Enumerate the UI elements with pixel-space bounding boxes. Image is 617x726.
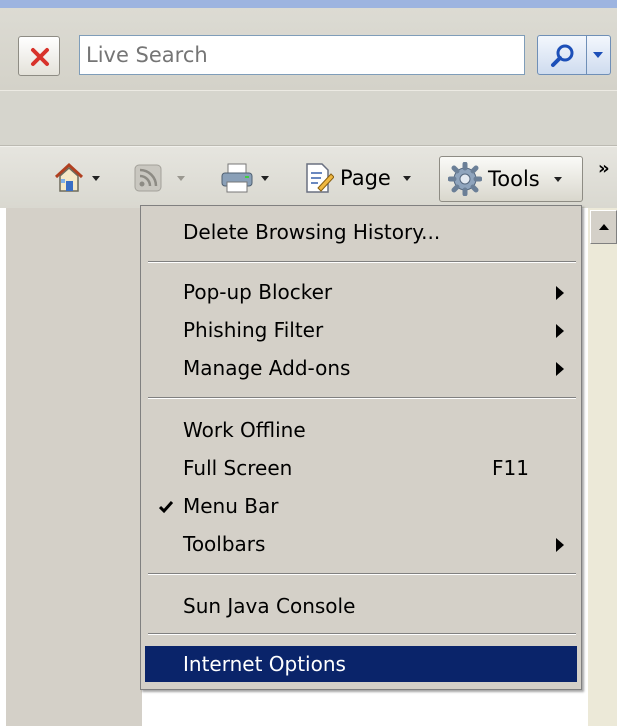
- menu-item-shortcut: F11: [492, 456, 529, 480]
- window-top-border: [0, 0, 617, 8]
- magnifier-icon: [551, 44, 574, 67]
- menu-item-label: Full Screen: [183, 456, 293, 480]
- checkmark-icon: [159, 501, 173, 514]
- chevron-down-icon: [177, 176, 185, 181]
- menu-item-label: Sun Java Console: [183, 594, 356, 618]
- scrollbar-track[interactable]: [590, 244, 617, 726]
- chevron-down-icon: [553, 177, 562, 182]
- toolbar-overflow-button[interactable]: »: [598, 158, 610, 179]
- menu-item-label: Toolbars: [183, 532, 266, 556]
- menu-item-menu-bar[interactable]: Menu Bar: [145, 488, 577, 524]
- menu-item-label: Work Offline: [183, 418, 306, 442]
- menu-item-label: Menu Bar: [183, 494, 279, 518]
- submenu-arrow-icon: [556, 362, 564, 376]
- stop-button[interactable]: [18, 36, 60, 76]
- menu-item-popup-blocker[interactable]: Pop-up Blocker: [145, 274, 577, 310]
- menu-item-internet-options[interactable]: Internet Options: [145, 646, 577, 682]
- menu-item-sun-java-console[interactable]: Sun Java Console: [145, 588, 577, 624]
- submenu-arrow-icon: [556, 324, 564, 338]
- page-menu-label: Page: [340, 166, 391, 190]
- printer-icon: [221, 163, 253, 193]
- menu-item-toolbars[interactable]: Toolbars: [145, 526, 577, 562]
- chevron-down-icon: [92, 176, 100, 181]
- close-icon: [31, 48, 49, 66]
- scrollbar-up-button[interactable]: [590, 210, 617, 244]
- menu-item-label: Pop-up Blocker: [183, 280, 333, 304]
- tools-dropdown-menu: Delete Browsing History... Pop-up Blocke…: [140, 205, 582, 690]
- tools-menu-button[interactable]: Tools: [439, 156, 583, 202]
- content-left-panel: [6, 208, 142, 726]
- search-input[interactable]: [79, 35, 525, 75]
- menu-separator: [148, 573, 576, 575]
- submenu-arrow-icon: [556, 286, 564, 300]
- chevron-down-icon: [402, 176, 411, 181]
- menu-item-label: Delete Browsing History...: [183, 220, 441, 244]
- menu-separator: [148, 397, 576, 399]
- chevron-down-icon: [593, 52, 603, 58]
- menu-item-work-offline[interactable]: Work Offline: [145, 412, 577, 448]
- search-toolbar: [0, 8, 617, 90]
- page-menu-button[interactable]: Page: [304, 156, 413, 200]
- menu-item-label: Manage Add-ons: [183, 356, 351, 380]
- menu-item-full-screen[interactable]: Full Screen F11: [145, 450, 577, 486]
- arrow-up-icon: [599, 224, 609, 230]
- chevron-down-icon: [261, 176, 269, 181]
- menu-item-manage-add-ons[interactable]: Manage Add-ons: [145, 350, 577, 386]
- tools-menu-label: Tools: [488, 167, 540, 191]
- gear-icon: [448, 162, 482, 196]
- feeds-button[interactable]: [133, 156, 187, 200]
- home-button[interactable]: [52, 156, 102, 200]
- menu-separator: [148, 633, 576, 635]
- menu-item-delete-browsing-history[interactable]: Delete Browsing History...: [145, 214, 577, 250]
- menu-item-label: Phishing Filter: [183, 318, 324, 342]
- feed-icon: [134, 164, 162, 192]
- tab-band: [0, 90, 617, 146]
- menu-item-label: Internet Options: [183, 652, 346, 676]
- submenu-arrow-icon: [556, 538, 564, 552]
- print-button[interactable]: [219, 156, 271, 200]
- menu-separator: [148, 261, 576, 263]
- menu-item-phishing-filter[interactable]: Phishing Filter: [145, 312, 577, 348]
- search-button[interactable]: [537, 35, 587, 75]
- home-icon: [54, 162, 84, 192]
- page-icon: [306, 163, 334, 193]
- search-options-dropdown[interactable]: [587, 35, 611, 75]
